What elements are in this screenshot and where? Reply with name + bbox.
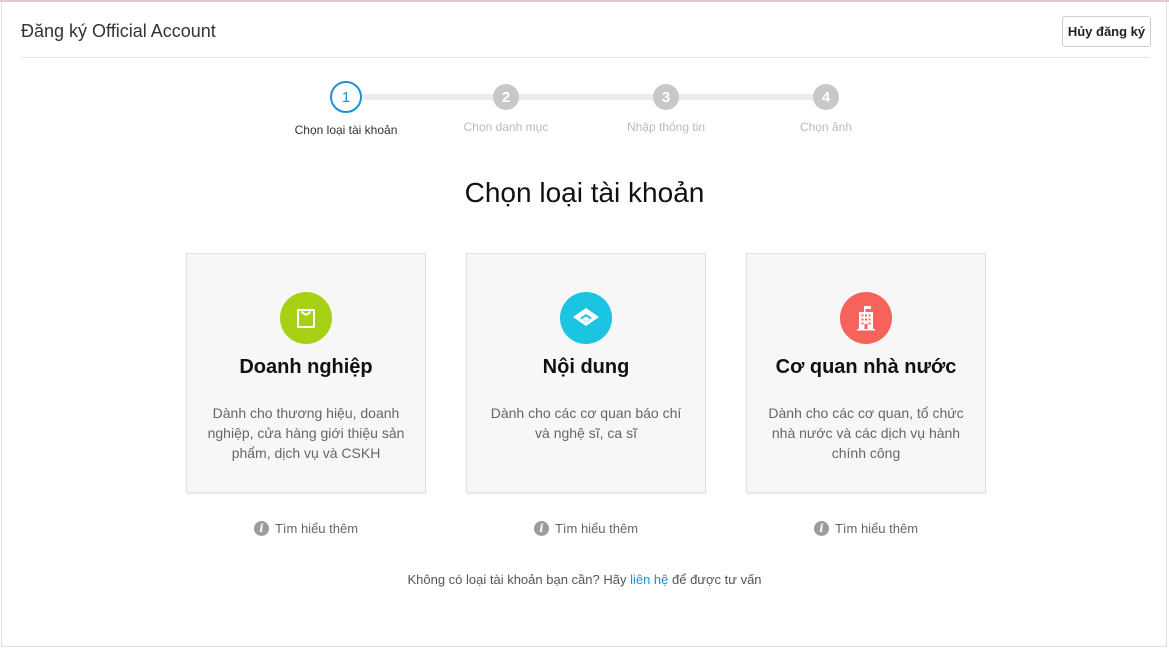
account-type-card-government[interactable]: Cơ quan nhà nước Dành cho các cơ quan, t…: [746, 253, 986, 493]
card-title: Nội dung: [542, 356, 630, 378]
step-3-label: Nhập thông tin: [626, 120, 706, 134]
footer-note: Không có loại tài khoản bạn cần? Hãy liê…: [0, 572, 1169, 587]
account-type-card-content[interactable]: Nội dung Dành cho các cơ quan báo chí và…: [466, 253, 706, 493]
contact-link[interactable]: liên hệ: [630, 572, 668, 587]
page-header: Đăng ký Official Account Hủy đăng ký: [21, 2, 1151, 58]
info-icon: i: [533, 521, 549, 536]
step-4-label: Chọn ảnh: [799, 120, 853, 134]
footer-text-after: để được tư vấn: [668, 572, 762, 587]
shopping-bag-icon: [280, 292, 332, 344]
card-description: Dành cho các cơ quan báo chí và nghệ sĩ,…: [490, 405, 682, 441]
step-3-circle: 3: [653, 84, 679, 110]
step-4: 4 Chọn ảnh: [746, 80, 906, 134]
step-1-label: Chọn loại tài khoản: [294, 123, 398, 137]
footer-text-before: Không có loại tài khoản bạn cần? Hãy: [407, 572, 631, 587]
main-title: Chọn loại tài khoản: [464, 177, 705, 208]
step-2-circle: 2: [493, 84, 519, 110]
government-building-icon: [840, 292, 892, 344]
step-3: 3 Nhập thông tin: [586, 80, 746, 134]
content-icon: [560, 292, 612, 344]
learn-more-label: Tìm hiểu thêm: [274, 521, 359, 536]
card-title: Cơ quan nhà nước: [775, 356, 957, 378]
learn-more-link-business[interactable]: i Tìm hiểu thêm: [186, 521, 426, 536]
registration-stepper: 1 Chọn loại tài khoản 2 Chọn danh mục 3 …: [266, 80, 906, 140]
step-2: 2 Chọn danh mục: [426, 80, 586, 134]
info-icon: i: [253, 521, 269, 536]
card-title: Doanh nghiệp: [239, 356, 373, 378]
step-1-circle: 1: [330, 81, 362, 113]
card-description: Dành cho các cơ quan, tổ chức nhà nước v…: [768, 405, 964, 461]
learn-more-link-content[interactable]: i Tìm hiểu thêm: [466, 521, 706, 536]
step-2-label: Chọn danh mục: [463, 120, 549, 134]
info-icon: i: [813, 521, 829, 536]
account-type-card-business[interactable]: Doanh nghiệp Dành cho thương hiệu, doanh…: [186, 253, 426, 493]
step-1: 1 Chọn loại tài khoản: [266, 80, 426, 137]
learn-more-link-government[interactable]: i Tìm hiểu thêm: [746, 521, 986, 536]
card-description: Dành cho thương hiệu, doanh nghiệp, cửa …: [207, 405, 405, 461]
cancel-registration-button[interactable]: Hủy đăng ký: [1062, 16, 1151, 47]
page-header-title: Đăng ký Official Account: [21, 21, 216, 41]
learn-more-label: Tìm hiểu thêm: [834, 521, 919, 536]
learn-more-label: Tìm hiểu thêm: [554, 521, 639, 536]
step-4-circle: 4: [813, 84, 839, 110]
